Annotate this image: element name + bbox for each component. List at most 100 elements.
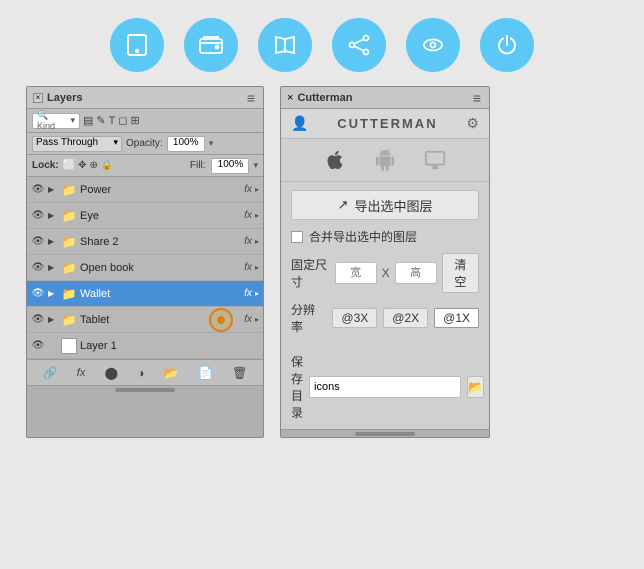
- fx-share: fx: [244, 236, 252, 247]
- layer-item-tablet[interactable]: 👁 ▶ 📁 Tablet fx ▸: [27, 307, 263, 333]
- layer-name-eye: Eye: [80, 210, 241, 222]
- export-icon: ↗: [338, 197, 349, 213]
- eye-tablet[interactable]: 👁: [31, 314, 45, 325]
- layer-arrow-wallet: ▸: [255, 289, 259, 298]
- expand-share[interactable]: ▶: [48, 237, 58, 246]
- layer-item-eye[interactable]: 👁 ▶ 📁 Eye fx ▸: [27, 203, 263, 229]
- layer-name-share: Share 2: [80, 236, 241, 248]
- browse-folder-btn[interactable]: 📂: [467, 376, 484, 398]
- lock-row: Lock: ⬜ ✥ ⊕ 🔒 Fill: 100% ▾: [27, 155, 263, 177]
- layer-arrow-power: ▸: [255, 185, 259, 194]
- save-dir-row: 保存目录 📂: [291, 353, 479, 421]
- eye-wallet[interactable]: 👁: [31, 288, 45, 299]
- layer-item-layer1[interactable]: 👁 Layer 1: [27, 333, 263, 359]
- cutterman-menu-btn[interactable]: ≡: [471, 90, 483, 106]
- layers-toolbar: 🔍 Kind ▾ ▤ ✎ T ◻ ⊞: [27, 109, 263, 133]
- export-layers-btn[interactable]: ↗ 导出选中图层: [291, 190, 479, 220]
- layers-menu-btn[interactable]: ≡: [245, 90, 257, 106]
- layer-item-share[interactable]: 👁 ▶ 📁 Share 2 fx ▸: [27, 229, 263, 255]
- res-1x-btn[interactable]: @1X: [434, 308, 479, 328]
- book-icon-btn[interactable]: [258, 18, 312, 72]
- layer-list: 👁 ▶ 📁 Power fx ▸ 👁 ▶ 📁 Eye fx ▸ 👁 ▶ 📁: [27, 177, 263, 359]
- add-mask-icon[interactable]: ⬤: [105, 366, 118, 380]
- fx-effects-icon[interactable]: fx: [77, 367, 86, 379]
- layers-titlebar: × Layers ≡: [27, 87, 263, 109]
- layer-name-power: Power: [80, 184, 241, 196]
- opacity-value: 100%: [173, 137, 199, 148]
- user-account-icon[interactable]: 👤: [291, 115, 308, 132]
- eye-share[interactable]: 👁: [31, 236, 45, 247]
- lock-pixels-icon[interactable]: ⬜: [63, 160, 75, 171]
- smart-icon[interactable]: ⊞: [131, 114, 140, 127]
- wallet-icon-btn[interactable]: [184, 18, 238, 72]
- monitor-platform-tab[interactable]: [420, 147, 450, 173]
- brush-icon[interactable]: ✎: [96, 114, 105, 127]
- apple-platform-tab[interactable]: [320, 147, 350, 173]
- eye-layer1[interactable]: 👁: [31, 340, 45, 351]
- delete-layer-icon[interactable]: 🗑: [232, 366, 247, 380]
- lock-move-icon[interactable]: ✥: [78, 160, 86, 171]
- folder-wallet: 📁: [61, 287, 77, 301]
- blend-mode-row: Pass Through ▾ Opacity: 100% ▾: [27, 133, 263, 155]
- adjustment-icon[interactable]: ◑: [137, 366, 144, 380]
- cutterman-header: 👤 CUTTERMAN ⚙: [281, 109, 489, 139]
- layer-name-wallet: Wallet: [80, 288, 241, 300]
- settings-gear-icon[interactable]: ⚙: [466, 115, 479, 132]
- expand-openbook[interactable]: ▶: [48, 263, 58, 272]
- save-dir-input[interactable]: [309, 376, 461, 398]
- merge-label: 合并导出选中的图层: [309, 228, 417, 245]
- shape-icon[interactable]: ◻: [118, 114, 127, 127]
- layers-scrollbar[interactable]: [27, 385, 263, 393]
- opacity-arrow[interactable]: ▾: [209, 138, 214, 149]
- eye-eye[interactable]: 👁: [31, 210, 45, 221]
- kind-search-field[interactable]: 🔍 Kind ▾: [32, 113, 80, 129]
- fixed-size-label: 固定尺寸: [291, 256, 330, 290]
- resolution-row: 分辨率 @3X @2X @1X: [291, 301, 479, 335]
- link-layers-icon[interactable]: 🔗: [43, 366, 58, 380]
- fill-value: 100%: [218, 159, 244, 170]
- width-input[interactable]: [335, 262, 377, 284]
- lock-artboard-icon[interactable]: ⊕: [90, 160, 98, 171]
- fx-tablet: fx: [244, 314, 252, 325]
- fill-label: Fill:: [190, 160, 206, 171]
- type-icon[interactable]: T: [109, 115, 116, 127]
- opacity-label: Opacity:: [126, 138, 163, 149]
- expand-power[interactable]: ▶: [48, 185, 58, 194]
- fill-arrow[interactable]: ▾: [253, 160, 258, 171]
- height-input[interactable]: [395, 262, 437, 284]
- new-group-icon[interactable]: 📂: [164, 366, 179, 380]
- share-icon-btn[interactable]: [332, 18, 386, 72]
- cutterman-scrollbar[interactable]: [281, 429, 489, 437]
- res-2x-btn[interactable]: @2X: [383, 308, 428, 328]
- expand-eye[interactable]: ▶: [48, 211, 58, 220]
- layer-item-wallet[interactable]: 👁 ▶ 📁 Wallet fx ▸: [27, 281, 263, 307]
- eye-icon-btn[interactable]: [406, 18, 460, 72]
- blend-mode-select[interactable]: Pass Through ▾: [32, 136, 122, 152]
- merge-checkbox[interactable]: [291, 231, 303, 243]
- lock-icons: ⬜ ✥ ⊕ 🔒: [63, 160, 114, 171]
- layer-item-openbook[interactable]: 👁 ▶ 📁 Open book fx ▸: [27, 255, 263, 281]
- cutterman-panel-title: Cutterman: [293, 92, 470, 104]
- filter-icon[interactable]: ▤: [83, 114, 93, 127]
- eye-openbook[interactable]: 👁: [31, 262, 45, 273]
- opacity-input[interactable]: 100%: [167, 136, 205, 152]
- layers-close-btn[interactable]: ×: [33, 93, 43, 103]
- eye-power[interactable]: 👁: [31, 184, 45, 195]
- android-platform-tab[interactable]: [370, 147, 400, 173]
- cutterman-body: ↗ 导出选中图层 合并导出选中的图层 固定尺寸 X 清空 分辨率 @3X @2X: [281, 182, 489, 429]
- expand-wallet[interactable]: ▶: [48, 289, 58, 298]
- layer-name-tablet: Tablet: [80, 314, 241, 326]
- expand-tablet[interactable]: ▶: [48, 315, 58, 324]
- layer-arrow-share: ▸: [255, 237, 259, 246]
- res-3x-btn[interactable]: @3X: [332, 308, 377, 328]
- clear-size-btn[interactable]: 清空: [442, 253, 479, 293]
- layer-item-power[interactable]: 👁 ▶ 📁 Power fx ▸: [27, 177, 263, 203]
- tablet-icon-btn[interactable]: [110, 18, 164, 72]
- layer-name-layer1: Layer 1: [80, 340, 259, 352]
- layers-bottom-toolbar: 🔗 fx ⬤ ◑ 📂 📄 🗑: [27, 359, 263, 385]
- power-icon-btn[interactable]: [480, 18, 534, 72]
- new-layer-icon[interactable]: 📄: [198, 366, 213, 380]
- folder-eye: 📁: [61, 209, 77, 223]
- fill-input[interactable]: 100%: [211, 158, 249, 174]
- lock-all-icon[interactable]: 🔒: [101, 160, 113, 171]
